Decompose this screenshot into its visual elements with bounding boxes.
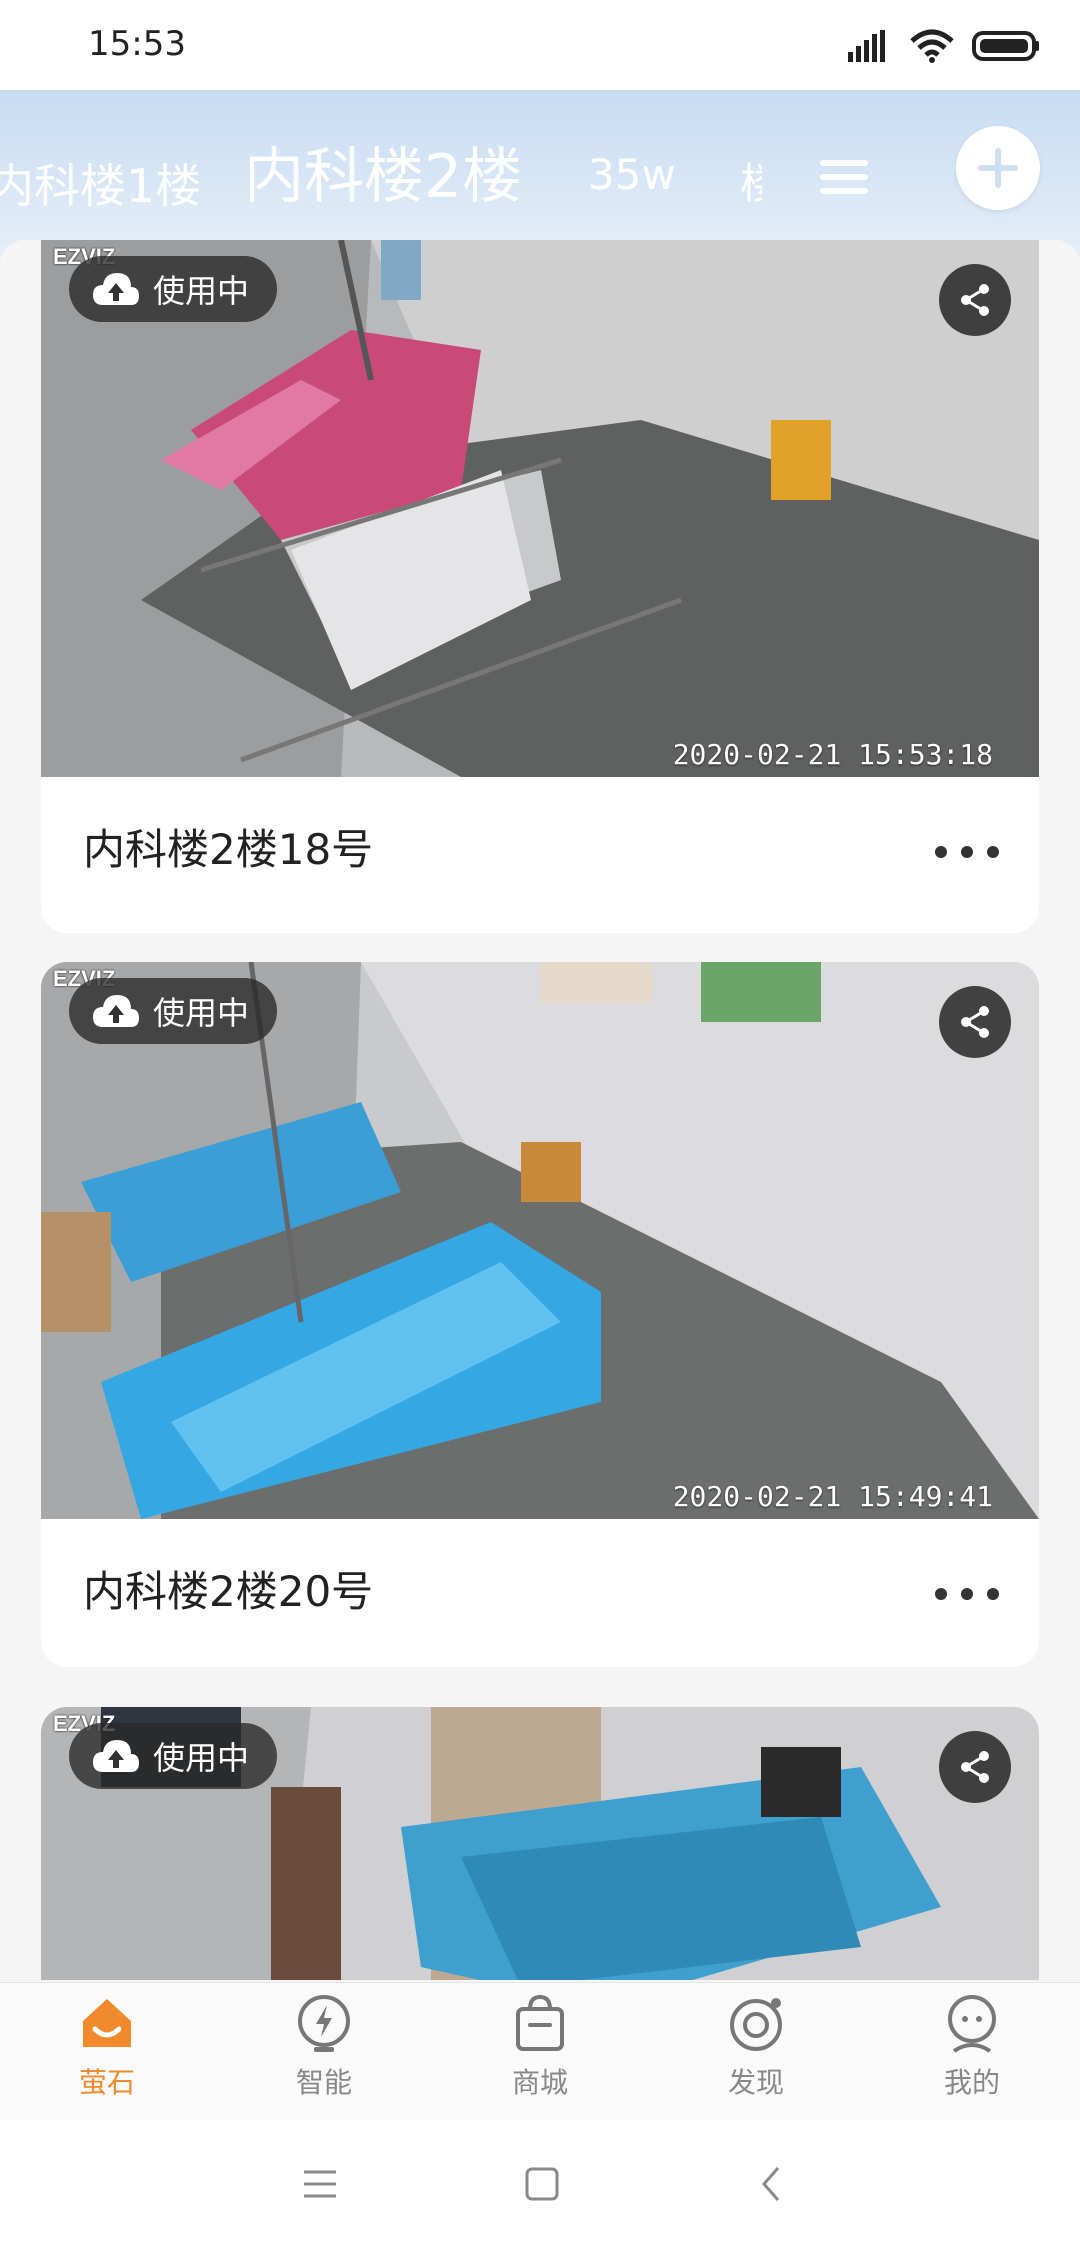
- device-card[interactable]: EZVIZ 使用中 2020-02-21 15:53:18 内科楼2楼18号: [41, 240, 1039, 933]
- device-name[interactable]: 内科楼2楼18号: [83, 816, 373, 877]
- status-text: 使用中: [153, 1739, 250, 1777]
- nav-item-smart[interactable]: 智能: [254, 1991, 394, 2101]
- shopping-bag-icon: [516, 1994, 564, 2051]
- status-text: 使用中: [153, 272, 250, 310]
- more-options-icon[interactable]: [935, 1584, 999, 1604]
- tab-35w[interactable]: 35w: [588, 150, 676, 199]
- discover-icon: [730, 1998, 782, 2051]
- device-card[interactable]: EZVIZ 使用中 2020-02-21 15:49:41 内科楼2楼20号: [41, 962, 1039, 1667]
- signal-icon: [848, 30, 885, 62]
- share-button[interactable]: [939, 986, 1011, 1058]
- back-chevron-icon[interactable]: [752, 2164, 792, 2204]
- nav-label: 发现: [727, 2066, 784, 2099]
- recent-apps-icon[interactable]: [300, 2164, 340, 2204]
- header-tab-bar: 内科楼1楼 内科楼2楼 35w 楼: [0, 90, 1080, 260]
- nav-label: 萤石: [78, 2066, 135, 2099]
- home-square-icon[interactable]: [522, 2164, 562, 2204]
- cloud-upload-icon: [93, 1740, 139, 1772]
- bottom-nav-bar: 萤石 智能 商城 发现 我的: [0, 1982, 1080, 2121]
- nav-item-shop[interactable]: 商城: [470, 1991, 610, 2101]
- home-icon: [83, 1999, 131, 2047]
- share-icon: [961, 284, 989, 316]
- camera-preview[interactable]: EZVIZ 使用中 2020-02-21 15:53:18: [41, 240, 1039, 777]
- status-text: 使用中: [153, 994, 250, 1032]
- wifi-icon: [910, 29, 954, 63]
- cloud-upload-icon: [93, 273, 139, 305]
- snapshot-timestamp: 2020-02-21 15:49:41: [672, 1480, 993, 1513]
- share-icon: [961, 1006, 989, 1038]
- nav-label: 智能: [295, 2066, 352, 2099]
- nav-label: 我的: [943, 2066, 1000, 2099]
- nav-label: 商城: [511, 2066, 568, 2099]
- status-time: 15:53: [88, 24, 186, 64]
- tab-floor-1[interactable]: 内科楼1楼: [0, 150, 201, 216]
- device-name[interactable]: 内科楼2楼20号: [83, 1558, 373, 1619]
- camera-preview[interactable]: EZVIZ 使用中: [41, 1707, 1039, 1980]
- camera-preview[interactable]: EZVIZ 使用中 2020-02-21 15:49:41: [41, 962, 1039, 1519]
- system-navigation-bar: [0, 2120, 1080, 2248]
- status-pill: 使用中: [69, 978, 278, 1044]
- cloud-upload-icon: [93, 995, 139, 1027]
- battery-icon: [972, 31, 1039, 61]
- status-icons: [848, 26, 1040, 66]
- camera-snapshot-image: [41, 962, 1039, 1519]
- more-options-icon[interactable]: [935, 842, 999, 862]
- nav-item-home[interactable]: 萤石: [37, 1991, 177, 2101]
- share-button[interactable]: [939, 1731, 1011, 1803]
- device-card[interactable]: EZVIZ 使用中: [41, 1707, 1039, 1980]
- add-device-button[interactable]: [956, 126, 1040, 210]
- plus-icon: [978, 148, 1018, 188]
- profile-icon: [948, 1995, 996, 2053]
- tab-floor-2-active[interactable]: 内科楼2楼: [244, 128, 522, 215]
- share-button[interactable]: [939, 264, 1011, 336]
- nav-item-profile[interactable]: 我的: [902, 1991, 1042, 2101]
- device-list: EZVIZ 使用中 2020-02-21 15:53:18 内科楼2楼18号 E…: [0, 240, 1080, 1980]
- share-icon: [961, 1751, 989, 1783]
- status-pill: 使用中: [69, 1723, 278, 1789]
- nav-item-discover[interactable]: 发现: [686, 1991, 826, 2101]
- snapshot-timestamp: 2020-02-21 15:53:18: [672, 738, 993, 771]
- hamburger-icon[interactable]: [820, 160, 868, 200]
- smart-bolt-icon: [298, 1995, 350, 2052]
- status-bar: 15:53: [0, 0, 1080, 90]
- status-pill: 使用中: [69, 256, 278, 322]
- tab-truncated[interactable]: 楼: [740, 150, 762, 211]
